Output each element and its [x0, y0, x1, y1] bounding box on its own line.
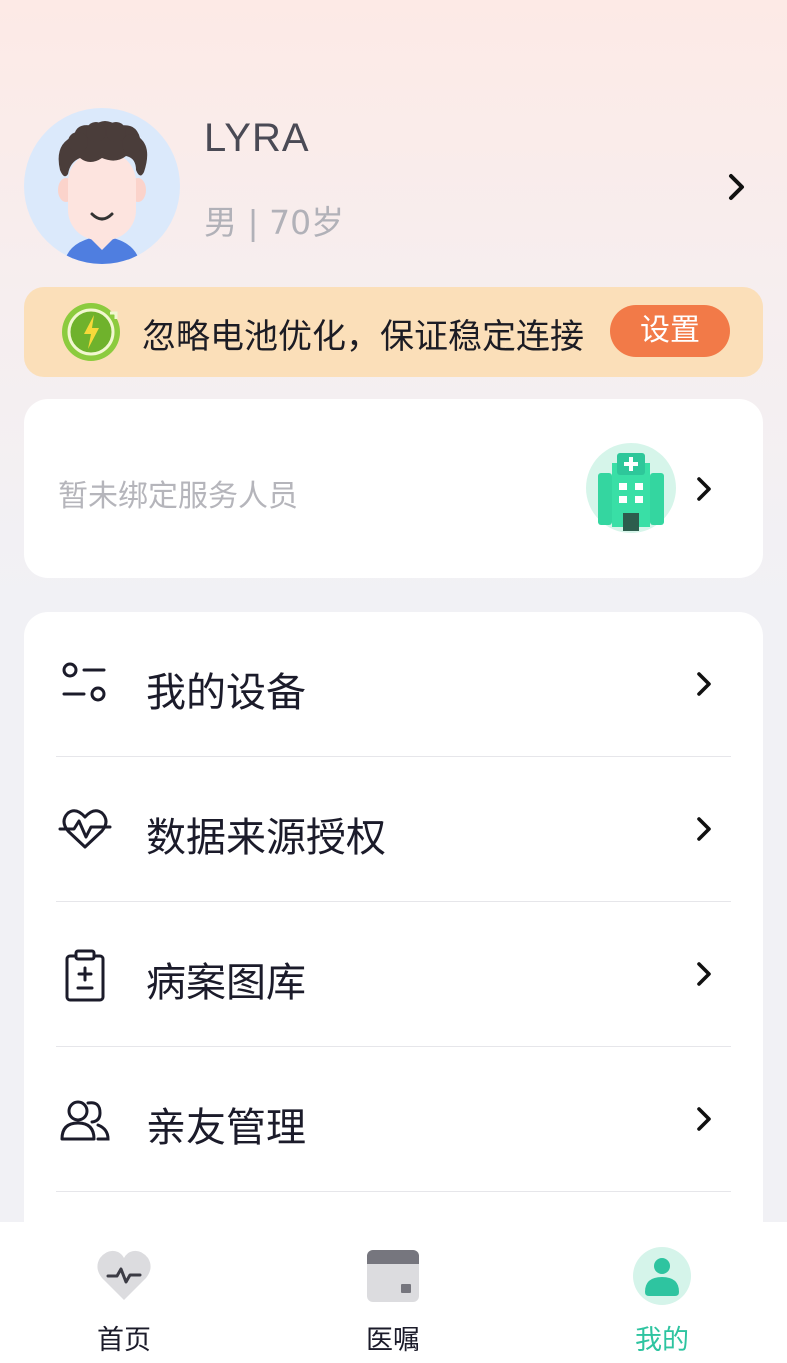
tab-medical-orders[interactable]: 医嘱 — [293, 1222, 493, 1363]
menu-item-label: 病案图库 — [146, 960, 306, 1006]
settings-button[interactable]: 设置 — [610, 305, 730, 357]
chevron-right-icon — [697, 962, 711, 986]
heart-pulse-icon — [58, 809, 112, 849]
clipboard-medical-icon — [65, 949, 105, 1002]
chevron-right-icon — [697, 817, 711, 841]
avatar-illustration — [58, 121, 148, 264]
menu-item-family-management[interactable]: 亲友管理 — [24, 1047, 763, 1192]
tab-label: 首页 — [97, 1325, 151, 1356]
device-settings-icon — [62, 662, 106, 702]
user-gender-age: 男 | 70岁 — [204, 203, 345, 242]
chevron-right-icon[interactable] — [692, 473, 716, 505]
menu-list: 我的设备 数据来源授权 病案图库 亲友管理 — [24, 612, 763, 1252]
battery-optimization-banner: 忽略电池优化，保证稳定连接 设置 — [24, 287, 763, 377]
service-staff-status: 暂未绑定服务人员 — [58, 479, 298, 514]
tab-label: 我的 — [635, 1325, 689, 1356]
battery-banner-text: 忽略电池优化，保证稳定连接 — [142, 317, 584, 357]
profile-header[interactable]: LYRA 男 | 70岁 — [0, 0, 787, 280]
tab-home[interactable]: 首页 — [24, 1222, 224, 1363]
bottom-tab-bar: 首页 医嘱 我的 — [0, 1222, 787, 1363]
menu-item-data-authorization[interactable]: 数据来源授权 — [24, 757, 763, 902]
battery-charge-icon — [62, 303, 120, 361]
user-name: LYRA — [204, 116, 310, 160]
chevron-right-icon — [697, 1107, 711, 1131]
tab-mine[interactable]: 我的 — [562, 1222, 762, 1363]
users-icon — [60, 1100, 110, 1141]
divider — [56, 1191, 731, 1192]
chevron-right-icon[interactable] — [724, 170, 750, 204]
person-icon — [633, 1247, 691, 1305]
avatar[interactable] — [24, 108, 180, 264]
menu-item-label: 我的设备 — [146, 670, 306, 716]
hospital-icon — [586, 443, 676, 533]
chevron-right-icon — [697, 672, 711, 696]
menu-item-medical-records[interactable]: 病案图库 — [24, 902, 763, 1047]
tab-label: 医嘱 — [366, 1325, 420, 1356]
heart-rate-icon — [97, 1250, 151, 1300]
service-staff-card[interactable]: 暂未绑定服务人员 — [24, 399, 763, 578]
menu-item-my-devices[interactable]: 我的设备 — [24, 612, 763, 757]
card-icon — [367, 1250, 419, 1302]
menu-item-label: 亲友管理 — [146, 1105, 306, 1151]
menu-item-label: 数据来源授权 — [146, 815, 386, 861]
